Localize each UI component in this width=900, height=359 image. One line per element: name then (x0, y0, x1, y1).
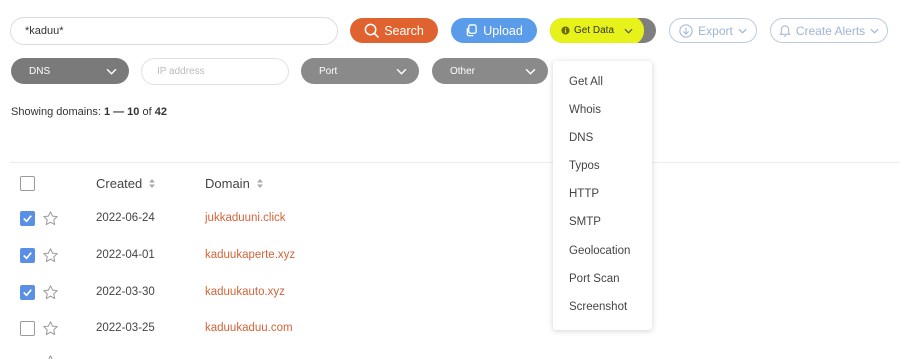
domain-link[interactable]: jukkaduuni.click (205, 212, 286, 224)
created-date: 2022-03-25 (96, 322, 155, 334)
results-total: 42 (154, 106, 167, 118)
dns-filter-label: DNS (29, 65, 51, 77)
created-date: 2022-03-30 (96, 286, 155, 298)
get-data-menu: Get All Whois DNS Typos HTTP SMTP Geoloc… (553, 61, 652, 330)
menu-item-get-all[interactable]: Get All (569, 76, 603, 88)
star-icon[interactable] (42, 320, 59, 337)
export-button[interactable]: Export (669, 18, 757, 43)
chevron-down-icon (106, 68, 117, 75)
port-filter-label: Port (319, 65, 338, 77)
ip-address-input[interactable]: IP address (141, 58, 289, 85)
column-header-created-label: Created (96, 176, 143, 191)
chevron-down-icon (396, 68, 407, 75)
bell-icon (778, 25, 791, 37)
get-data-button[interactable]: Get Data (550, 18, 656, 43)
star-icon[interactable] (42, 284, 59, 301)
menu-item-http[interactable]: HTTP (569, 188, 599, 200)
create-alerts-button-label: Create Alerts (795, 23, 866, 38)
search-button[interactable]: Search (350, 18, 438, 43)
select-all-checkbox[interactable] (20, 176, 35, 191)
menu-item-dns[interactable]: DNS (569, 132, 593, 144)
created-date: 2022-04-01 (96, 249, 155, 261)
upload-button[interactable]: Upload (451, 18, 537, 43)
chevron-down-icon (870, 28, 879, 34)
get-data-button-label: Get Data (573, 25, 615, 36)
other-filter-label: Other (450, 65, 476, 77)
port-filter-select[interactable]: Port (301, 58, 419, 84)
row-checkbox[interactable] (20, 285, 35, 300)
star-icon[interactable] (42, 247, 59, 264)
column-header-created[interactable]: Created (96, 176, 156, 191)
results-count-prefix: Showing domains: (11, 106, 104, 118)
menu-item-smtp[interactable]: SMTP (569, 216, 601, 228)
search-input[interactable]: *kaduu* (10, 17, 338, 45)
domain-link[interactable]: kaduukaperte.xyz (205, 249, 295, 261)
menu-item-screenshot[interactable]: Screenshot (569, 301, 627, 313)
chevron-down-icon (624, 28, 633, 34)
row-checkbox[interactable] (20, 211, 35, 226)
menu-item-whois[interactable]: Whois (569, 104, 601, 116)
other-filter-select[interactable]: Other (432, 58, 548, 84)
sort-icon (149, 179, 156, 188)
star-icon[interactable] (42, 354, 59, 359)
menu-item-port-scan[interactable]: Port Scan (569, 273, 620, 285)
column-header-domain[interactable]: Domain (205, 176, 264, 191)
row-checkbox[interactable] (20, 248, 35, 263)
create-alerts-button[interactable]: Create Alerts (770, 18, 888, 43)
results-count-of: of (139, 106, 155, 118)
checkmark-icon (23, 252, 32, 260)
created-date: 2022-06-24 (96, 212, 155, 224)
menu-item-geolocation[interactable]: Geolocation (569, 245, 630, 257)
export-button-label: Export (698, 23, 733, 38)
domain-link[interactable]: kaduukauto.xyz (205, 286, 285, 298)
results-range: 1 — 10 (103, 106, 140, 118)
chevron-down-icon (738, 28, 747, 34)
column-header-domain-label: Domain (205, 176, 250, 191)
download-icon (679, 23, 693, 38)
chevron-down-icon (525, 68, 536, 75)
info-circle-icon (561, 26, 570, 35)
search-icon (364, 23, 379, 38)
results-count: Showing domains: 1 — 10 of 42 (11, 106, 167, 118)
search-button-label: Search (384, 23, 424, 38)
checkmark-icon (23, 215, 32, 223)
menu-item-typos[interactable]: Typos (569, 160, 600, 172)
domain-link[interactable]: kaduukaduu.com (205, 322, 293, 334)
upload-button-label: Upload (483, 23, 523, 38)
copy-icon (466, 24, 477, 37)
checkmark-icon (23, 289, 32, 297)
sort-icon (256, 179, 263, 188)
row-checkbox[interactable] (20, 321, 35, 336)
table-divider (10, 162, 900, 163)
star-icon[interactable] (42, 210, 59, 227)
dns-filter-select[interactable]: DNS (11, 58, 129, 84)
